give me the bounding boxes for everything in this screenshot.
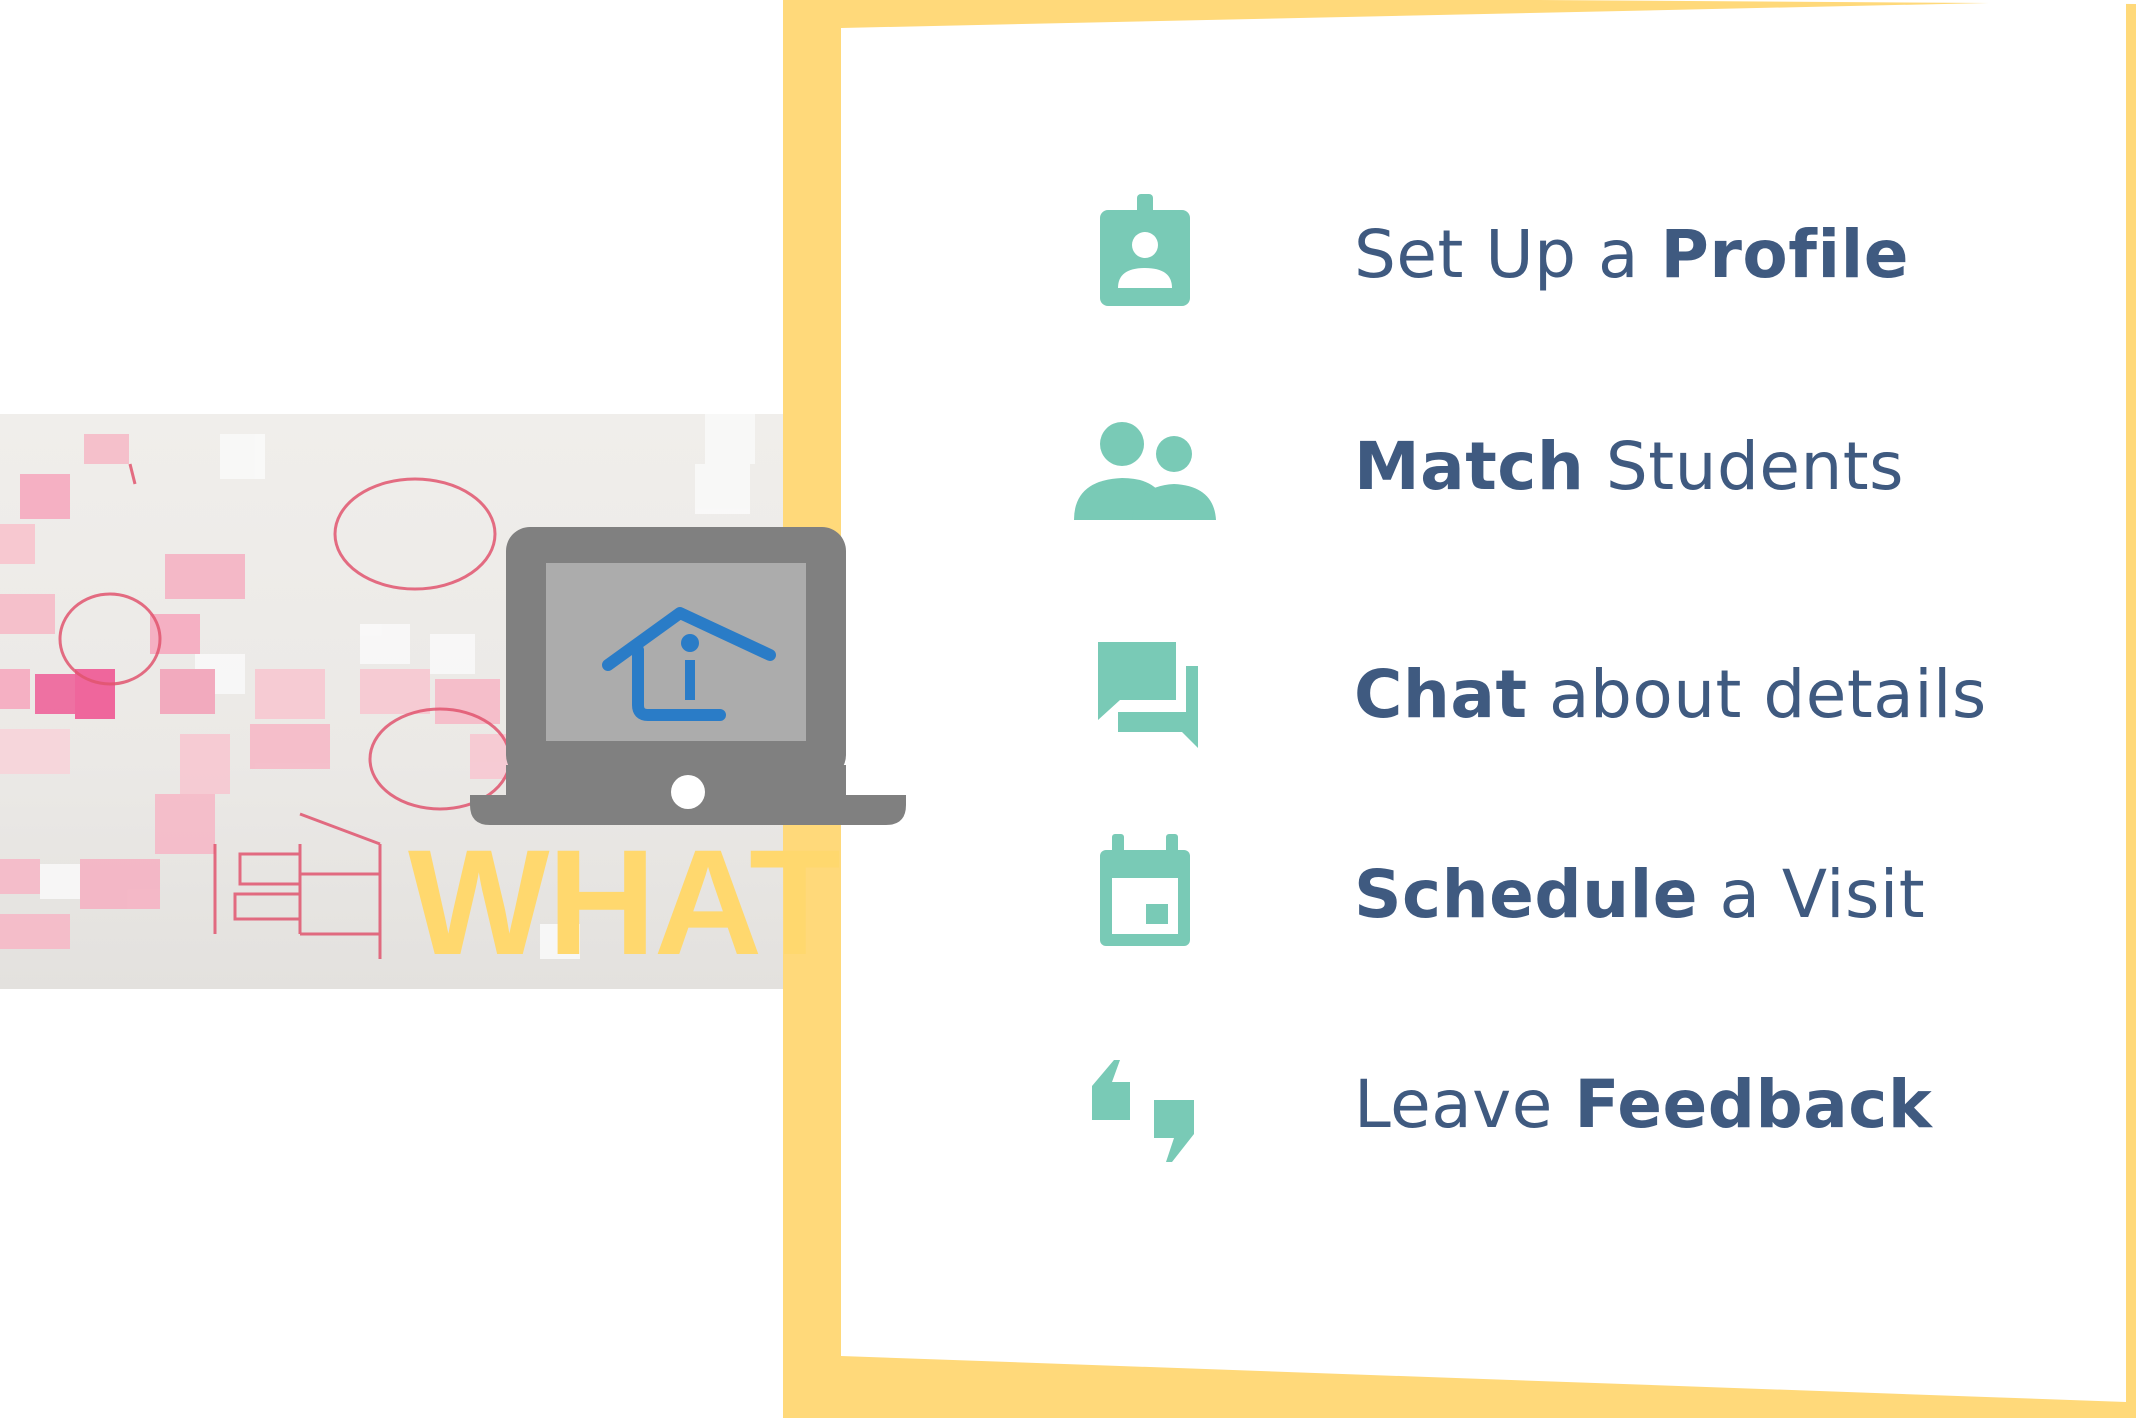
feedback-quote-icon (1092, 1060, 1194, 1162)
feature-profile-label: Set Up a Profile (1354, 216, 1909, 293)
feature-feedback-label: Leave Feedback (1354, 1066, 1933, 1143)
feature-profile: Set Up a Profile (1070, 180, 2070, 330)
feature-schedule-label: Schedule a Visit (1354, 856, 1926, 933)
feature-chat: Chat about details (1070, 620, 2070, 770)
calendar-icon (1100, 834, 1190, 946)
profile-badge-icon (1100, 194, 1190, 306)
what-heading: WHAT (408, 818, 841, 986)
chat-bubbles-icon (1098, 642, 1198, 748)
feature-match-students: Match Students (1070, 392, 2070, 542)
feature-chat-label: Chat about details (1354, 656, 1987, 733)
laptop-logo-icon (470, 527, 906, 825)
people-icon (1074, 422, 1216, 520)
feature-schedule: Schedule a Visit (1070, 820, 2070, 970)
feature-match-label: Match Students (1354, 428, 1905, 505)
feature-feedback: Leave Feedback (1070, 1030, 2070, 1180)
